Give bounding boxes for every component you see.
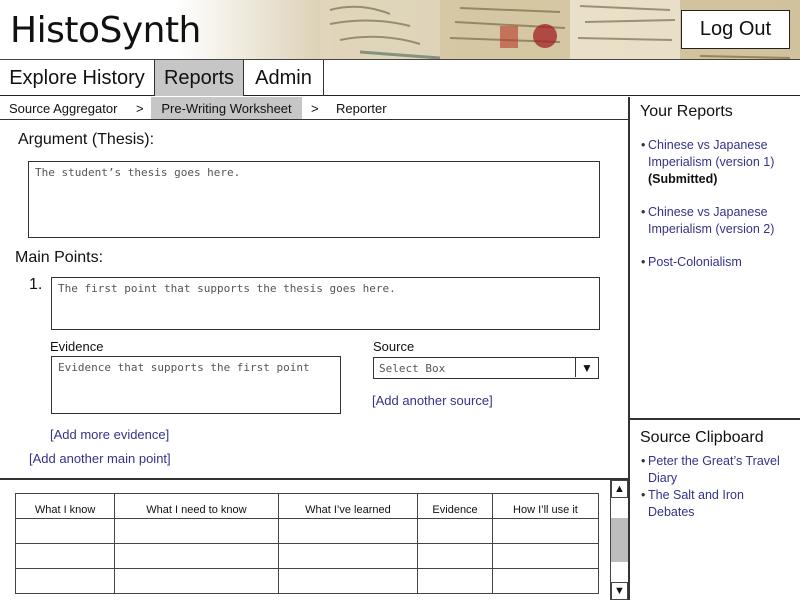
table-cell[interactable] — [417, 518, 493, 544]
evidence-textarea[interactable]: Evidence that supports the first point — [51, 356, 341, 414]
bullet: • — [641, 138, 646, 152]
table-cell[interactable] — [14, 543, 116, 569]
thesis-label: Argument (Thesis): — [18, 131, 155, 148]
your-reports-title: Your Reports — [640, 103, 733, 120]
clipboard-source-link[interactable]: Peter the Great’s Travel Diary — [648, 453, 791, 487]
table-cell[interactable] — [114, 543, 279, 569]
list-item[interactable]: • The Salt and Iron Debates — [641, 487, 791, 521]
bullet: • — [641, 488, 646, 502]
table-cell[interactable] — [491, 543, 600, 569]
table-cell[interactable] — [277, 568, 419, 594]
source-label: Source — [373, 339, 415, 354]
triangle-down-icon[interactable]: ▼ — [611, 582, 628, 600]
list-item[interactable]: • Post-Colonialism — [641, 254, 791, 271]
list-item[interactable]: • Chinese vs Japanese Imperialism (versi… — [641, 204, 791, 238]
table-cell[interactable] — [417, 568, 493, 594]
triangle-down-icon[interactable]: ▼ — [575, 358, 598, 377]
panel-divider — [0, 478, 628, 480]
thesis-textarea[interactable]: The student’s thesis goes here. — [28, 161, 600, 238]
report-link[interactable]: Post-Colonialism — [648, 254, 742, 271]
header-banner: HistoSynth Log Out — [0, 0, 800, 60]
add-source-link[interactable]: [Add another source] — [372, 393, 493, 408]
table-cell[interactable] — [491, 568, 600, 594]
logout-button[interactable]: Log Out — [681, 10, 790, 49]
breadcrumb-separator: > — [136, 100, 144, 116]
bullet: • — [641, 205, 646, 219]
kwl-table: What I know What I need to know What I’v… — [14, 493, 600, 594]
triangle-up-icon[interactable]: ▲ — [611, 480, 628, 498]
table-row — [14, 543, 600, 569]
table-cell[interactable] — [114, 568, 279, 594]
clipboard-list: • Peter the Great’s Travel Diary • The S… — [641, 453, 791, 521]
report-link[interactable]: Chinese vs Japanese Imperialism (version… — [648, 204, 791, 238]
scroll-thumb[interactable] — [611, 518, 628, 562]
breadcrumb-source-aggregator[interactable]: Source Aggregator — [9, 97, 117, 119]
submitted-status: (Submitted) — [648, 172, 718, 186]
sidebar-section-divider — [629, 418, 800, 420]
main-points-label: Main Points: — [15, 249, 104, 266]
app-title: HistoSynth — [10, 10, 201, 51]
table-cell[interactable] — [277, 543, 419, 569]
evidence-label: Evidence — [50, 339, 104, 354]
tab-reports[interactable]: Reports — [155, 60, 244, 96]
column-header: What I need to know — [114, 493, 279, 519]
table-row — [14, 568, 600, 594]
bullet: • — [641, 255, 646, 269]
column-header: What I’ve learned — [277, 493, 419, 519]
tab-admin[interactable]: Admin — [244, 60, 324, 96]
table-header-row: What I know What I need to know What I’v… — [14, 493, 600, 519]
table-cell[interactable] — [277, 518, 419, 544]
sidebar-divider — [628, 97, 630, 600]
column-header: Evidence — [417, 493, 493, 519]
column-header: What I know — [14, 493, 116, 519]
reports-list: • Chinese vs Japanese Imperialism (versi… — [641, 137, 791, 271]
column-header: How I’ll use it — [491, 493, 600, 519]
list-item[interactable]: • Chinese vs Japanese Imperialism (versi… — [641, 137, 791, 188]
list-item[interactable]: • Peter the Great’s Travel Diary — [641, 453, 791, 487]
table-cell[interactable] — [491, 518, 600, 544]
breadcrumb-reporter[interactable]: Reporter — [336, 97, 387, 119]
breadcrumb: Source Aggregator > Pre-Writing Workshee… — [0, 97, 628, 120]
source-clipboard-title: Source Clipboard — [640, 429, 764, 446]
source-select-value: Select Box — [379, 362, 446, 375]
main-nav-tabs: Explore History Reports Admin — [0, 60, 800, 96]
table-row — [14, 518, 600, 544]
bullet: • — [641, 454, 646, 468]
report-link[interactable]: Chinese vs Japanese Imperialism (version… — [648, 138, 774, 169]
breadcrumb-pre-writing-worksheet[interactable]: Pre-Writing Worksheet — [151, 97, 302, 119]
table-scrollbar[interactable]: ▲ ▼ — [610, 480, 628, 600]
main-point-textarea[interactable]: The first point that supports the thesis… — [51, 277, 600, 330]
table-cell[interactable] — [417, 543, 493, 569]
point-number: 1. — [29, 276, 43, 293]
add-evidence-link[interactable]: [Add more evidence] — [50, 427, 169, 442]
table-cell[interactable] — [14, 568, 116, 594]
breadcrumb-separator: > — [311, 100, 319, 116]
table-cell[interactable] — [114, 518, 279, 544]
clipboard-source-link[interactable]: The Salt and Iron Debates — [648, 487, 791, 521]
table-cell[interactable] — [14, 518, 116, 544]
source-select[interactable]: Select Box ▼ — [373, 357, 599, 379]
tab-explore-history[interactable]: Explore History — [0, 60, 155, 96]
add-main-point-link[interactable]: [Add another main point] — [29, 451, 171, 466]
